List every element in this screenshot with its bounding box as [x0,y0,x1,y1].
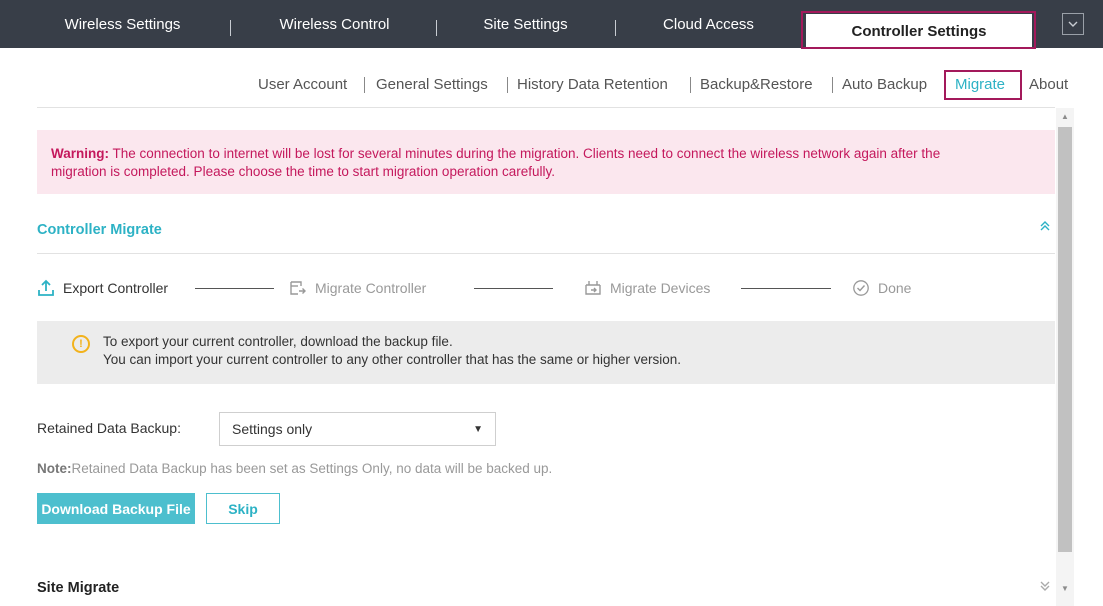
site-migrate-title[interactable]: Site Migrate [37,580,119,596]
top-menu-button[interactable] [1062,13,1084,35]
chevron-down-icon [1068,21,1078,28]
retained-data-note: Note:Retained Data Backup has been set a… [37,461,552,476]
subnav-separator [832,77,833,93]
note-text: Retained Data Backup has been set as Set… [71,461,553,476]
info-box: ! To export your current controller, dow… [37,321,1055,384]
step-migrate-devices: Migrate Devices [584,278,710,298]
tab-separator [615,20,616,36]
note-prefix: Note: [37,461,72,476]
step-label: Migrate Devices [610,280,711,296]
check-circle-icon [852,279,870,297]
step-label: Export Controller [63,280,169,296]
divider [37,107,1055,108]
scrollbar-thumb[interactable] [1058,127,1072,552]
step-label: Done [878,280,912,296]
step-connector [195,288,274,289]
scroll-down-arrow[interactable]: ▼ [1060,584,1070,594]
step-migrate-controller: Migrate Controller [289,278,426,298]
step-connector [474,288,553,289]
migration-steps: Export Controller Migrate Controller Mig… [37,278,937,298]
tab-wireless-control[interactable]: Wireless Control [252,0,417,48]
subnav-general-settings[interactable]: General Settings [376,73,488,97]
tab-separator [230,20,231,36]
caret-down-icon: ▼ [473,423,483,435]
subnav-separator [507,77,508,93]
subnav-backup-restore[interactable]: Backup&Restore [700,73,813,97]
info-line2: You can import your current controller t… [103,352,682,367]
skip-button[interactable]: Skip [206,493,280,524]
subnav-separator [364,77,365,93]
retained-data-backup-label: Retained Data Backup: [37,420,181,436]
tab-wireless-settings[interactable]: Wireless Settings [40,0,205,48]
double-chevron-up-icon[interactable] [1040,220,1050,232]
warning-banner: Warning: The connection to internet will… [37,130,1055,194]
divider [37,253,1055,254]
subnav-history-data-retention[interactable]: History Data Retention [517,73,668,97]
migrate-controller-icon [289,279,307,297]
subnav-migrate[interactable]: Migrate [955,73,1005,97]
info-line1: To export your current controller, downl… [103,334,453,349]
step-done: Done [852,278,911,298]
double-chevron-down-icon[interactable] [1040,580,1050,592]
step-connector [741,288,831,289]
subnav-separator [690,77,691,93]
tab-separator [436,20,437,36]
subnav-user-account[interactable]: User Account [258,73,347,97]
tab-site-settings[interactable]: Site Settings [458,0,593,48]
scroll-up-arrow[interactable]: ▲ [1060,112,1070,122]
warning-line1: The connection to internet will be lost … [109,146,941,161]
controller-migrate-title[interactable]: Controller Migrate [37,222,162,238]
top-nav-bar: Wireless Settings Wireless Control Site … [0,0,1103,48]
tab-controller-settings[interactable]: Controller Settings [806,14,1032,48]
select-value: Settings only [232,421,313,437]
step-export-controller: Export Controller [37,278,168,298]
retained-data-backup-select[interactable]: Settings only ▼ [219,412,496,446]
download-backup-file-button[interactable]: Download Backup File [37,493,195,524]
subnav-auto-backup[interactable]: Auto Backup [842,73,927,97]
tab-cloud-access[interactable]: Cloud Access [636,0,781,48]
warning-prefix: Warning: [51,146,109,161]
warning-line2: migration is completed. Please choose th… [51,164,555,179]
migrate-devices-icon [584,279,602,297]
info-icon: ! [72,335,90,353]
subnav-about[interactable]: About [1029,73,1068,97]
step-label: Migrate Controller [315,280,427,296]
export-icon [37,279,55,297]
sub-nav: User Account General Settings History Da… [0,73,1103,97]
